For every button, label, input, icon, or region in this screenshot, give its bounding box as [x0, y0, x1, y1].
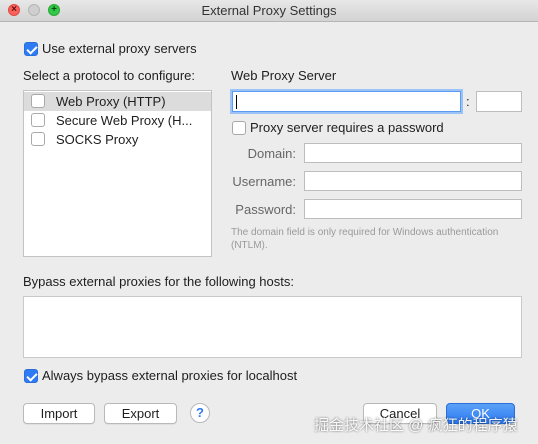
- use-external-proxy-label: Use external proxy servers: [42, 41, 197, 56]
- use-external-proxy-checkbox[interactable]: [24, 42, 38, 56]
- proxy-host-input[interactable]: [232, 91, 461, 112]
- protocol-list-heading: Select a protocol to configure:: [23, 68, 195, 83]
- protocol-item-web-proxy[interactable]: Web Proxy (HTTP): [24, 92, 211, 111]
- protocol-label: Secure Web Proxy (H...: [56, 113, 193, 128]
- password-label: Password:: [235, 202, 296, 217]
- bypass-localhost-checkbox[interactable]: [24, 369, 38, 383]
- watermark-text: 掘金技术社区 @ 疯狂的程序猿: [314, 417, 518, 434]
- text-caret: [236, 95, 237, 109]
- protocol-label: Web Proxy (HTTP): [56, 94, 166, 109]
- window-title: External Proxy Settings: [201, 3, 337, 18]
- protocol-label: SOCKS Proxy: [56, 132, 139, 147]
- requires-password-label: Proxy server requires a password: [250, 120, 444, 135]
- username-label: Username:: [232, 174, 296, 189]
- server-heading: Web Proxy Server: [231, 68, 337, 83]
- export-button[interactable]: Export: [104, 403, 177, 424]
- help-button[interactable]: ?: [190, 403, 210, 423]
- import-button[interactable]: Import: [23, 403, 95, 424]
- username-field[interactable]: [304, 171, 522, 191]
- password-field[interactable]: [304, 199, 522, 219]
- domain-label: Domain:: [247, 146, 296, 161]
- bypass-localhost-label: Always bypass external proxies for local…: [42, 368, 298, 383]
- domain-field[interactable]: [304, 143, 522, 163]
- host-port-separator: :: [466, 94, 470, 109]
- protocol-item-socks-proxy[interactable]: SOCKS Proxy: [24, 130, 211, 149]
- ntlm-hint: The domain field is only required for Wi…: [231, 227, 499, 251]
- protocol-checkbox[interactable]: [31, 132, 45, 146]
- protocol-list: Web Proxy (HTTP) Secure Web Proxy (H... …: [23, 90, 212, 257]
- proxy-port-input[interactable]: [476, 91, 522, 112]
- title-bar: × + External Proxy Settings: [0, 0, 538, 22]
- bypass-heading: Bypass external proxies for the followin…: [23, 274, 294, 289]
- requires-password-checkbox[interactable]: [232, 121, 246, 135]
- protocol-item-secure-web-proxy[interactable]: Secure Web Proxy (H...: [24, 111, 211, 130]
- protocol-checkbox[interactable]: [31, 94, 45, 108]
- bypass-hosts-textarea[interactable]: [23, 296, 522, 358]
- protocol-checkbox[interactable]: [31, 113, 45, 127]
